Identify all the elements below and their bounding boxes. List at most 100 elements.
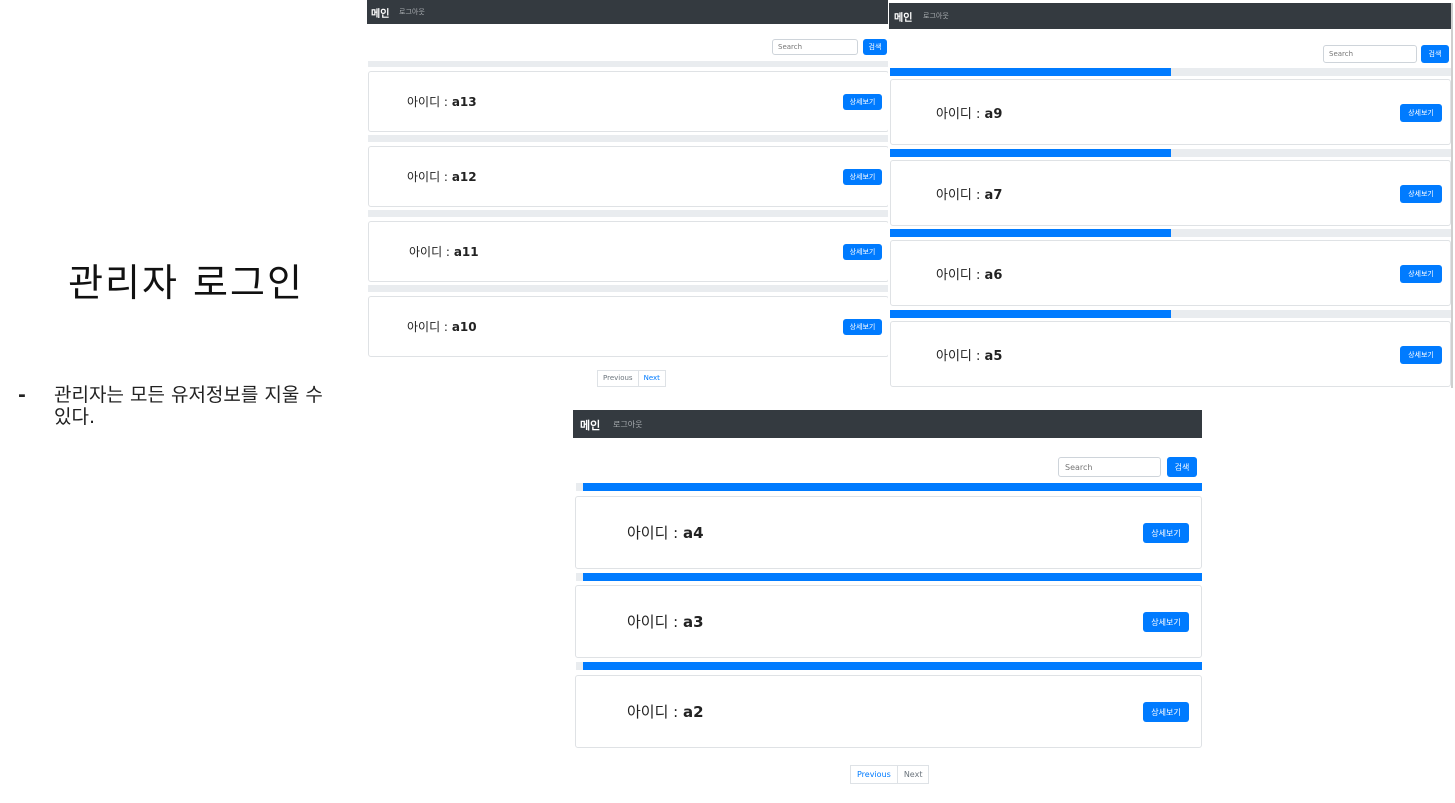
- progress-track: [576, 483, 1202, 491]
- nav-logout-link[interactable]: 로그아웃: [613, 419, 642, 430]
- user-id-label: 아이디 :: [936, 188, 981, 203]
- search-button[interactable]: 검색: [1167, 457, 1197, 477]
- user-id-text: 아이디 : a7: [936, 184, 1002, 203]
- slide-title: 관리자 로그인: [68, 261, 304, 305]
- search-input[interactable]: [772, 39, 858, 55]
- user-card: 아이디 : a11 상세보기: [368, 221, 888, 282]
- user-card: 아이디 : a2 상세보기: [575, 675, 1202, 748]
- user-card: 아이디 : a9 상세보기: [890, 79, 1451, 145]
- user-id-label: 아이디 :: [407, 95, 448, 109]
- pagination-previous[interactable]: Previous: [597, 370, 639, 387]
- user-id-label: 아이디 :: [627, 524, 679, 542]
- user-id-value: a10: [451, 320, 477, 334]
- progress-track: [368, 285, 888, 292]
- pagination-previous[interactable]: Previous: [850, 765, 898, 784]
- progress-track: [890, 68, 1451, 76]
- detail-button[interactable]: 상세보기: [1143, 612, 1189, 632]
- user-id-text: 아이디 : a13: [407, 93, 477, 110]
- progress-track: [890, 149, 1451, 157]
- detail-button[interactable]: 상세보기: [1143, 702, 1189, 722]
- user-id-value: a4: [683, 524, 704, 542]
- navbar: 메인 로그아웃: [367, 0, 888, 24]
- user-id-text: 아이디 : a6: [936, 264, 1002, 283]
- user-id-text: 아이디 : a11: [409, 243, 479, 260]
- detail-button[interactable]: 상세보기: [1143, 523, 1189, 543]
- user-id-text: 아이디 : a2: [627, 701, 704, 722]
- user-id-value: a12: [451, 170, 477, 184]
- progress-track: [368, 61, 888, 67]
- user-id-text: 아이디 : a3: [627, 611, 704, 632]
- pagination: Previous Next: [850, 765, 930, 784]
- progress-fill: [890, 68, 1171, 76]
- nav-brand-main[interactable]: 메인: [894, 9, 912, 24]
- detail-button[interactable]: 상세보기: [843, 94, 882, 110]
- progress-track: [576, 662, 1202, 670]
- detail-button[interactable]: 상세보기: [843, 244, 882, 260]
- progress-fill: [583, 573, 1202, 581]
- detail-button[interactable]: 상세보기: [1400, 265, 1442, 283]
- search-input[interactable]: [1058, 457, 1161, 477]
- user-id-label: 아이디 :: [407, 170, 448, 184]
- user-id-value: a9: [984, 107, 1003, 122]
- user-id-label: 아이디 :: [627, 613, 679, 631]
- search-button[interactable]: 검색: [1421, 45, 1449, 63]
- screenshot-b: 메인 로그아웃 검색 아이디 : a9 상세보기 아이디 : a7 상세보기 아…: [889, 3, 1453, 388]
- progress-fill: [583, 483, 1202, 491]
- user-card: 아이디 : a5 상세보기: [890, 321, 1451, 387]
- screenshot-a: 메인 로그아웃 검색 아이디 : a13 상세보기 아이디 : a12 상세보기…: [367, 0, 888, 392]
- user-card: 아이디 : a12 상세보기: [368, 146, 888, 207]
- user-id-value: a11: [453, 245, 479, 259]
- user-card: 아이디 : a6 상세보기: [890, 240, 1451, 306]
- user-id-label: 아이디 :: [409, 245, 450, 259]
- user-id-value: a6: [984, 268, 1003, 283]
- user-id-value: a3: [683, 613, 704, 631]
- detail-button[interactable]: 상세보기: [843, 169, 882, 185]
- user-id-label: 아이디 :: [936, 107, 981, 122]
- user-card: 아이디 : a10 상세보기: [368, 296, 888, 357]
- progress-fill: [890, 149, 1171, 157]
- progress-fill: [583, 662, 1202, 670]
- user-id-label: 아이디 :: [936, 268, 981, 283]
- progress-track: [368, 210, 888, 217]
- progress-track: [368, 135, 888, 142]
- user-id-value: a7: [984, 188, 1003, 203]
- progress-fill: [890, 310, 1171, 318]
- nav-logout-link[interactable]: 로그아웃: [399, 7, 425, 17]
- user-id-text: 아이디 : a10: [407, 318, 477, 335]
- pagination-next[interactable]: Next: [638, 370, 666, 387]
- user-id-text: 아이디 : a4: [627, 522, 704, 543]
- user-id-value: a2: [683, 703, 704, 721]
- progress-track: [890, 310, 1451, 318]
- nav-brand-main[interactable]: 메인: [371, 5, 389, 20]
- pagination: Previous Next: [597, 370, 666, 387]
- detail-button[interactable]: 상세보기: [1400, 346, 1442, 364]
- user-id-text: 아이디 : a9: [936, 103, 1002, 122]
- search-input[interactable]: [1323, 45, 1417, 63]
- user-card: 아이디 : a4 상세보기: [575, 496, 1202, 569]
- detail-button[interactable]: 상세보기: [843, 319, 882, 335]
- navbar: 메인 로그아웃: [573, 410, 1202, 438]
- pagination-next[interactable]: Next: [897, 765, 930, 784]
- search-button[interactable]: 검색: [863, 39, 887, 55]
- bullet-dash: -: [18, 384, 26, 406]
- detail-button[interactable]: 상세보기: [1400, 185, 1442, 203]
- screenshot-c: 메인 로그아웃 검색 아이디 : a4 상세보기 아이디 : a3 상세보기 아…: [573, 410, 1202, 803]
- user-card: 아이디 : a13 상세보기: [368, 71, 888, 132]
- user-id-value: a13: [451, 95, 477, 109]
- user-card: 아이디 : a7 상세보기: [890, 160, 1451, 226]
- user-card: 아이디 : a3 상세보기: [575, 585, 1202, 658]
- bullet-text: 관리자는 모든 유저정보를 지울 수 있다.: [54, 384, 323, 428]
- user-id-label: 아이디 :: [627, 703, 679, 721]
- navbar: 메인 로그아웃: [889, 3, 1451, 29]
- progress-track: [576, 573, 1202, 581]
- detail-button[interactable]: 상세보기: [1400, 104, 1442, 122]
- user-id-text: 아이디 : a5: [936, 345, 1002, 364]
- nav-brand-main[interactable]: 메인: [580, 417, 600, 433]
- user-id-label: 아이디 :: [936, 349, 981, 364]
- user-id-label: 아이디 :: [407, 320, 448, 334]
- progress-fill: [890, 229, 1171, 237]
- user-id-value: a5: [984, 349, 1003, 364]
- progress-track: [890, 229, 1451, 237]
- nav-logout-link[interactable]: 로그아웃: [923, 11, 949, 21]
- user-id-text: 아이디 : a12: [407, 168, 477, 185]
